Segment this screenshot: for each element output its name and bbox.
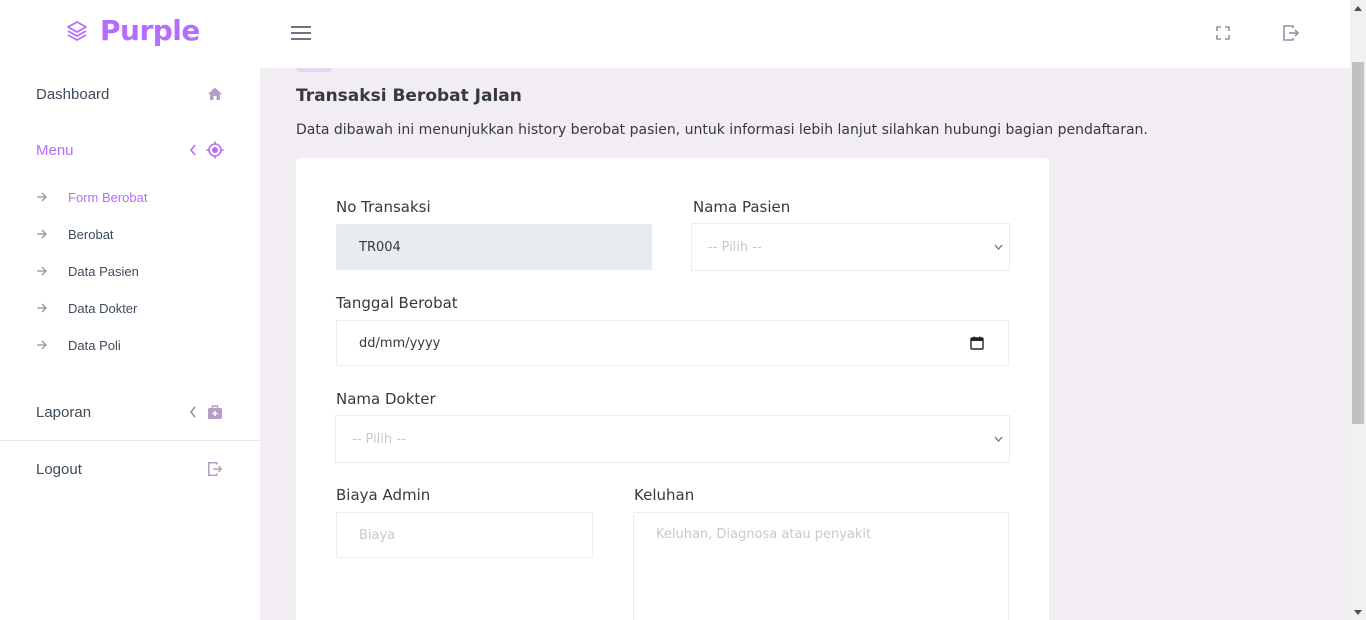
chevron-left-icon xyxy=(186,402,200,422)
nama-dokter-selected: -- Pilih -- xyxy=(352,431,406,447)
biaya-admin-placeholder: Biaya xyxy=(359,527,396,543)
page-title: Transaksi Berobat Jalan xyxy=(296,86,522,106)
submenu-item-form-berobat[interactable]: Form Berobat xyxy=(0,182,260,212)
submenu-item-berobat[interactable]: Berobat xyxy=(0,219,260,249)
submenu-label: Data Dokter xyxy=(68,300,138,316)
chevron-down-icon xyxy=(993,242,1003,252)
sidebar-item-label: Logout xyxy=(36,460,82,478)
submenu-label: Form Berobat xyxy=(68,189,148,205)
arrow-right-icon xyxy=(36,265,48,277)
scroll-thumb[interactable] xyxy=(1352,62,1364,424)
arrow-right-icon xyxy=(36,302,48,314)
page-scrollbar[interactable] xyxy=(1350,0,1366,620)
submenu-label: Berobat xyxy=(68,226,114,242)
sidebar: Dashboard Menu Form Berobat Berobat Data… xyxy=(0,68,260,620)
nama-dokter-select[interactable]: -- Pilih -- xyxy=(335,415,1010,463)
arrow-right-icon xyxy=(36,228,48,240)
sidebar-divider xyxy=(0,440,260,441)
sidebar-item-dashboard[interactable]: Dashboard xyxy=(0,74,260,114)
submenu-label: Data Poli xyxy=(68,337,121,353)
keluhan-textarea[interactable]: Keluhan, Diagnosa atau penyakit xyxy=(633,512,1009,620)
sidebar-item-laporan[interactable]: Laporan xyxy=(0,392,260,432)
nama-dokter-label: Nama Dokter xyxy=(336,390,436,408)
brand-logo[interactable]: Purple xyxy=(64,14,200,47)
nama-pasien-select[interactable]: -- Pilih -- xyxy=(691,223,1010,271)
no-transaksi-label: No Transaksi xyxy=(336,198,431,216)
calendar-icon[interactable] xyxy=(970,336,984,350)
no-transaksi-value: TR004 xyxy=(359,239,401,255)
submenu-item-data-poli[interactable]: Data Poli xyxy=(0,330,260,360)
logout-icon[interactable] xyxy=(1280,22,1302,44)
biaya-admin-label: Biaya Admin xyxy=(336,486,431,504)
tanggal-berobat-input[interactable]: dd/mm/yyyy xyxy=(336,320,1009,366)
chevron-left-icon xyxy=(186,140,200,160)
submenu-item-data-dokter[interactable]: Data Dokter xyxy=(0,293,260,323)
fullscreen-icon[interactable] xyxy=(1212,22,1234,44)
hamburger-icon[interactable] xyxy=(290,22,312,44)
submenu-label: Data Pasien xyxy=(68,263,139,279)
page-description: Data dibawah ini menunjukkan history ber… xyxy=(296,122,1148,138)
home-icon xyxy=(205,84,225,104)
keluhan-placeholder: Keluhan, Diagnosa atau penyakit xyxy=(656,527,872,542)
scroll-down-arrow-icon[interactable] xyxy=(1350,604,1366,620)
form-card: No Transaksi TR004 Nama Pasien -- Pilih … xyxy=(296,158,1049,620)
biaya-admin-input[interactable]: Biaya xyxy=(336,512,593,558)
nama-pasien-label: Nama Pasien xyxy=(693,198,791,216)
sidebar-item-label: Menu xyxy=(36,141,74,159)
logout-icon xyxy=(205,459,225,479)
chevron-down-icon xyxy=(993,434,1003,444)
arrow-right-icon xyxy=(36,191,48,203)
decorative-tab xyxy=(296,68,332,72)
arrow-right-icon xyxy=(36,339,48,351)
keluhan-label: Keluhan xyxy=(634,486,695,504)
sidebar-item-logout[interactable]: Logout xyxy=(0,449,260,489)
tanggal-berobat-label: Tanggal Berobat xyxy=(336,294,458,312)
nama-pasien-selected: -- Pilih -- xyxy=(708,239,762,255)
sidebar-item-menu[interactable]: Menu xyxy=(0,130,260,170)
scroll-up-arrow-icon[interactable] xyxy=(1350,0,1366,16)
brand-name: Purple xyxy=(100,14,200,47)
top-navbar: Purple xyxy=(0,0,1350,68)
medical-bag-icon xyxy=(205,402,225,422)
crosshair-icon xyxy=(205,140,225,160)
sidebar-item-label: Dashboard xyxy=(36,85,110,103)
submenu-item-data-pasien[interactable]: Data Pasien xyxy=(0,256,260,286)
no-transaksi-input[interactable]: TR004 xyxy=(336,224,652,270)
tanggal-berobat-placeholder: dd/mm/yyyy xyxy=(359,335,441,351)
layers-icon xyxy=(64,18,90,44)
sidebar-item-label: Laporan xyxy=(36,403,92,421)
